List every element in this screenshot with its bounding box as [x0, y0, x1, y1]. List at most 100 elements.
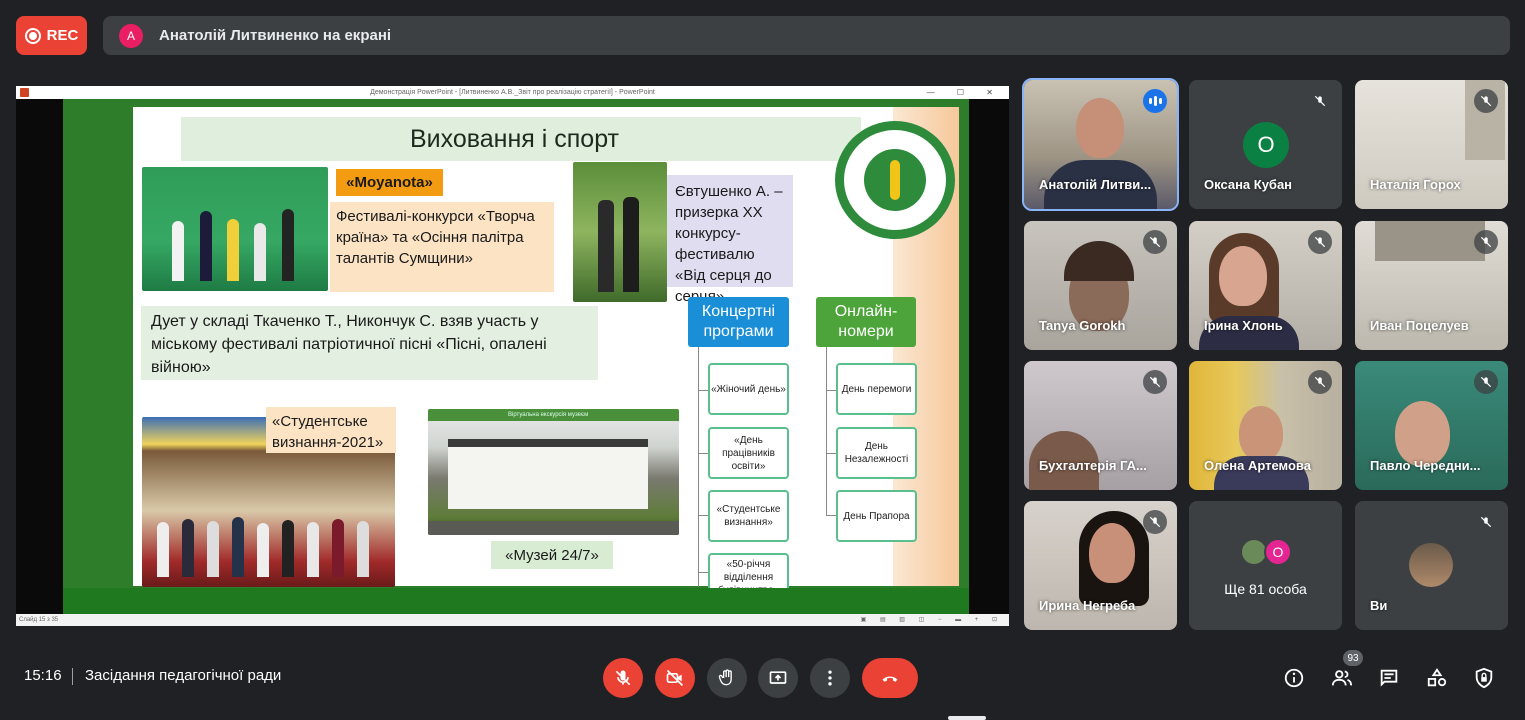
self-avatar	[1409, 543, 1453, 587]
more-options-button[interactable]	[810, 658, 850, 698]
chat-icon	[1380, 669, 1398, 687]
speaking-indicator-icon	[1143, 89, 1167, 113]
presenter-banner: А Анатолій Литвиненко на екрані	[103, 16, 1510, 55]
mic-off-icon	[1308, 89, 1332, 113]
slide-title: Виховання і спорт	[181, 117, 861, 161]
mic-off-icon	[1474, 370, 1498, 394]
top-bar: REC А Анатолій Литвиненко на екрані	[0, 0, 1525, 72]
people-button[interactable]	[1330, 666, 1354, 690]
mic-off-icon	[1474, 230, 1498, 254]
participant-name: Tanya Gorokh	[1039, 318, 1126, 333]
slide: Виховання і спорт «Moyanota» Фестивалі-к…	[63, 99, 969, 614]
present-icon	[769, 671, 787, 684]
hand-icon	[718, 669, 732, 686]
participant-name: Бухгалтерія ГА...	[1039, 458, 1147, 473]
activities-icon	[1427, 668, 1447, 687]
mic-off-icon	[1474, 510, 1498, 534]
window-controls: — ☐ ✕	[926, 88, 1003, 97]
info-icon	[1284, 668, 1304, 688]
recording-indicator[interactable]: REC	[16, 16, 87, 55]
college-logo	[835, 121, 955, 239]
chat-button[interactable]	[1377, 666, 1401, 690]
camera-toggle-button[interactable]	[655, 658, 695, 698]
participant-tile[interactable]: Олена Артемова	[1189, 361, 1342, 490]
participant-avatar: О	[1243, 122, 1289, 168]
people-count-badge: 93	[1343, 650, 1363, 666]
participant-tile[interactable]: Бухгалтерія ГА...	[1024, 361, 1177, 490]
participant-name: Ви	[1370, 598, 1388, 613]
present-screen-button[interactable]	[758, 658, 798, 698]
connector-line	[826, 347, 827, 515]
mic-off-icon	[1143, 510, 1167, 534]
museum-text: «Музей 24/7»	[491, 541, 613, 569]
end-call-icon	[882, 676, 898, 682]
participant-tile[interactable]: Павло Чередни...	[1355, 361, 1508, 490]
view-controls[interactable]: ▣ ▤ ▥ ◫ − ▬ + ⊡	[861, 614, 1003, 626]
more-vert-icon	[828, 670, 832, 686]
online-item: День Незалежності	[836, 427, 917, 479]
meeting-title: Засідання педагогічної ради	[85, 667, 282, 684]
concert-item: «Студентське визнання»	[708, 490, 789, 542]
festivals-text: Фестивалі-конкурси «Творча країна» та «О…	[330, 202, 554, 292]
participant-name: Павло Чередни...	[1370, 458, 1481, 473]
participant-name: Ирина Негреба	[1039, 598, 1136, 613]
recording-label: REC	[46, 27, 79, 44]
shield-lock-icon	[1475, 667, 1493, 689]
participant-tile-self[interactable]: Ви	[1355, 501, 1508, 630]
participant-tile[interactable]: Ирина Негреба	[1024, 501, 1177, 630]
participant-name: Оксана Кубан	[1204, 177, 1293, 192]
host-controls-button[interactable]	[1472, 666, 1496, 690]
ppt-titlebar: Демонстрація PowerPoint - [Литвиненко А.…	[16, 86, 1009, 99]
yevtushenko-text: Євтушенко А. – призерка XX конкурсу-фест…	[667, 175, 793, 305]
bottom-bar: 15:16 Засідання педагогічної ради	[0, 648, 1525, 720]
slide-footer-band	[63, 588, 969, 614]
photo-festival-group	[142, 167, 328, 291]
shared-screen[interactable]: Демонстрація PowerPoint - [Литвиненко А.…	[16, 86, 1009, 626]
raise-hand-button[interactable]	[707, 658, 747, 698]
participant-tile[interactable]: О Оксана Кубан	[1189, 80, 1342, 209]
scroll-indicator	[948, 716, 986, 720]
slide-content: Виховання і спорт «Moyanota» Фестивалі-к…	[133, 107, 959, 601]
participant-thumb-avatar: О	[1264, 538, 1292, 566]
leave-call-button[interactable]	[862, 658, 918, 698]
connector-line	[698, 347, 699, 587]
museum-header-strip: Віртуальна екскурсія музеєм	[428, 409, 679, 421]
divider	[72, 668, 73, 685]
participant-name: Ірина Хлонь	[1204, 318, 1283, 333]
participant-tile[interactable]: Иван Поцелуев	[1355, 221, 1508, 350]
mic-off-icon	[1474, 89, 1498, 113]
slide-stage: Виховання і спорт «Moyanota» Фестивалі-к…	[16, 99, 1009, 614]
participant-tile[interactable]: Tanya Gorokh	[1024, 221, 1177, 350]
participant-tile[interactable]: Ірина Хлонь	[1189, 221, 1342, 350]
record-icon	[24, 27, 41, 44]
participant-tile[interactable]: Наталія Горох	[1355, 80, 1508, 209]
mic-off-icon	[1308, 230, 1332, 254]
mic-toggle-button[interactable]	[603, 658, 643, 698]
slide-counter: Слайд 15 з 35	[19, 617, 59, 623]
participant-name: Наталія Горох	[1370, 177, 1461, 192]
concert-programs-header: Концертні програми	[688, 297, 789, 347]
online-item: День Прапора	[836, 490, 917, 542]
meeting-details-button[interactable]	[1282, 666, 1306, 690]
participant-tile-more[interactable]: О Ще 81 особа	[1189, 501, 1342, 630]
powerpoint-icon	[20, 88, 29, 97]
participant-tile[interactable]: Анатолій Литви...	[1022, 78, 1179, 211]
concert-item: «Жіночий день»	[708, 363, 789, 415]
presenter-avatar: А	[119, 23, 143, 48]
online-item: День перемоги	[836, 363, 917, 415]
student-recognition-text: «Студентське визнання-2021»	[266, 407, 396, 453]
photo-museum: Віртуальна екскурсія музеєм	[428, 409, 679, 535]
participant-name: Иван Поцелуев	[1370, 318, 1469, 333]
mic-off-icon	[615, 670, 631, 686]
concert-item: «День працівників освіти»	[708, 427, 789, 479]
ppt-statusbar: Слайд 15 з 35 ▣ ▤ ▥ ◫ − ▬ + ⊡	[16, 614, 1009, 626]
activities-button[interactable]	[1425, 666, 1449, 690]
people-icon	[1331, 670, 1353, 686]
meeting-clock: 15:16	[24, 667, 62, 684]
moyanota-label: «Moyanota»	[336, 169, 443, 196]
ppt-window-title: Демонстрація PowerPoint - [Литвиненко А.…	[370, 89, 655, 96]
more-participants-label: Ще 81 особа	[1224, 581, 1307, 597]
participant-name: Олена Артемова	[1204, 458, 1311, 473]
participant-name: Анатолій Литви...	[1039, 177, 1152, 192]
online-numbers-header: Онлайн-номери	[816, 297, 916, 347]
